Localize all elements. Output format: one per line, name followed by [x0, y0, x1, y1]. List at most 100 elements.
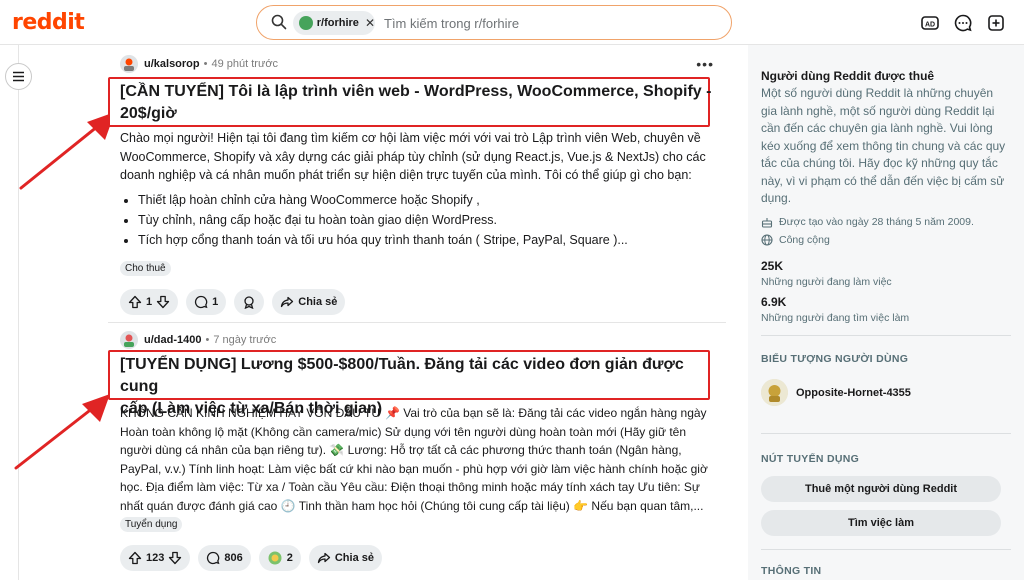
post-title-line: [TUYỂN DỤNG] Lương $500-$800/Tuần. Đăng … — [120, 356, 684, 395]
body-line: người dùng cá nhân của bạn riêng tư). 💸 … — [120, 443, 682, 457]
body-line: PayPal, v.v.) Tính linh hoạt: Làm việc b… — [120, 461, 708, 476]
share-label: Chia sẻ — [298, 296, 338, 308]
user-flair-heading: BIỂU TƯỢNG NGƯỜI DÙNG — [761, 353, 909, 365]
award-count: 2 — [286, 552, 293, 564]
post-body: Chào mọi người! Hiện tại tôi đang tìm ki… — [120, 129, 720, 185]
vote-button-group[interactable]: 1 — [120, 289, 179, 315]
vote-count: 1 — [146, 296, 153, 308]
annotation-arrow-2 — [14, 394, 110, 470]
user-flair-row[interactable]: Opposite-Hornet-4355 — [761, 379, 911, 406]
info-heading: THÔNG TIN — [761, 565, 822, 577]
hire-redditor-button[interactable]: Thuê một người dùng Reddit — [761, 476, 1001, 502]
share-button[interactable]: Chia sẻ — [272, 289, 346, 315]
downvote-icon[interactable] — [168, 551, 182, 565]
svg-text:AD: AD — [925, 21, 935, 28]
community-title: Người dùng Reddit được thuê — [761, 69, 935, 83]
close-icon[interactable]: ✕ — [365, 16, 375, 30]
post-meta: u/kalsorop • 49 phút trước — [120, 54, 278, 74]
body-line: doanh nghiệp và cá nhân muốn phát triển … — [120, 168, 692, 182]
award-icon — [244, 296, 254, 309]
comments-button[interactable]: 806 — [198, 545, 251, 571]
subreddit-filter-chip[interactable]: r/forhire ✕ — [293, 11, 375, 35]
post-time: 49 phút trước — [211, 58, 279, 70]
share-icon — [281, 296, 294, 308]
members-count: 25K — [761, 259, 784, 273]
visibility-label: Công cộng — [779, 234, 830, 246]
comments-button[interactable]: 1 — [186, 289, 227, 315]
hamburger-icon — [13, 71, 24, 82]
members-label: Những người đang làm việc — [761, 276, 892, 288]
award-icon — [268, 551, 282, 565]
create-post-icon[interactable] — [986, 13, 1006, 33]
search-input[interactable]: Tìm kiếm trong r/forhire — [384, 16, 519, 31]
post-bullet-list: Thiết lập hoàn chỉnh cửa hàng WooCommerc… — [138, 190, 628, 250]
globe-icon — [761, 234, 773, 246]
reddit-logo[interactable]: reddit — [12, 10, 85, 35]
search-bar[interactable]: r/forhire ✕ Tìm kiếm trong r/forhire — [256, 5, 732, 40]
share-button[interactable]: Chia sẻ — [308, 545, 382, 571]
post-divider — [108, 322, 726, 323]
share-icon — [317, 552, 330, 564]
sidebar-divider — [761, 433, 1011, 434]
online-label: Những người đang tìm việc làm — [761, 312, 910, 324]
body-line: WooCommerce, Shopify và xây dựng các giả… — [120, 149, 706, 164]
comment-icon — [195, 295, 208, 309]
share-label: Chia sẻ — [334, 552, 374, 564]
vote-count: 123 — [146, 552, 165, 564]
bullet-item: Thiết lập hoàn chỉnh cửa hàng WooCommerc… — [138, 190, 628, 210]
created-date-row: Được tạo vào ngày 28 tháng 5 năm 2009. — [761, 216, 974, 228]
community-sidebar: Người dùng Reddit được thuê Một số người… — [748, 45, 1024, 580]
community-description: Một số người dùng Reddit là những chuyên… — [761, 86, 1006, 205]
visibility-row: Công cộng — [761, 234, 830, 246]
post-author[interactable]: u/dad-1400 — [144, 334, 201, 346]
post-card[interactable]: u/kalsorop • 49 phút trước ••• [CẦN TUYỂ… — [108, 50, 726, 322]
vote-button-group[interactable]: 123 — [120, 545, 191, 571]
post-actions: 123 806 2 Chia sẻ — [120, 545, 382, 571]
downvote-icon[interactable] — [156, 295, 170, 309]
online-count: 6.9K — [761, 295, 787, 309]
search-icon — [271, 14, 287, 30]
bullet-item: Tích hợp cổng thanh toán và tối ưu hóa q… — [138, 230, 628, 250]
body-line: Hoàn toàn không lộ mặt (Không cần camera… — [120, 424, 687, 439]
post-flair[interactable]: Tuyển dụng — [120, 517, 183, 532]
body-line: học. Địa điểm làm việc: Từ xa / Toàn cầu… — [120, 480, 700, 494]
avatar[interactable] — [120, 55, 138, 73]
cake-icon — [761, 218, 773, 228]
comment-count: 806 — [224, 552, 243, 564]
post-title-line: [CẦN TUYỂN] Tôi là lập trình viên web - … — [120, 83, 712, 100]
menu-toggle-button[interactable] — [5, 63, 32, 90]
subreddit-chip-label: r/forhire — [316, 17, 359, 29]
post-title[interactable]: [CẦN TUYỂN] Tôi là lập trình viên web - … — [120, 81, 711, 125]
body-line: nhất quán được đánh giá cao 🕘 Tinh thần … — [120, 498, 704, 513]
hire-buttons-heading: NÚT TUYỂN DỤNG — [761, 453, 860, 465]
more-options-icon[interactable]: ••• — [696, 56, 714, 72]
upvote-icon[interactable] — [128, 295, 142, 309]
post-title-line: 20$/giờ — [120, 105, 177, 122]
body-line: Chào mọi người! Hiện tại tôi đang tìm ki… — [120, 131, 701, 145]
post-time: 7 ngày trước — [213, 334, 277, 346]
meta-separator: • — [203, 58, 208, 70]
sidebar-divider — [761, 549, 1011, 550]
post-card[interactable]: u/dad-1400 • 7 ngày trước [TUYỂN DỤNG] L… — [108, 327, 726, 580]
post-actions: 1 1 Chia sẻ — [120, 289, 346, 315]
chat-icon[interactable] — [953, 13, 973, 33]
post-meta: u/dad-1400 • 7 ngày trước — [120, 330, 276, 350]
upvote-icon[interactable] — [128, 551, 142, 565]
top-header: reddit r/forhire ✕ Tìm kiếm trong r/forh… — [0, 0, 1024, 45]
avatar — [761, 379, 788, 406]
award-button[interactable] — [234, 289, 265, 315]
subreddit-icon — [299, 16, 313, 30]
post-author[interactable]: u/kalsorop — [144, 58, 200, 70]
bullet-item: Tùy chỉnh, nâng cấp hoặc đại tu hoàn toà… — [138, 210, 628, 230]
ad-icon[interactable]: AD — [920, 13, 940, 33]
sidebar-divider — [761, 335, 1011, 336]
comment-count: 1 — [212, 296, 219, 308]
find-job-button[interactable]: Tìm việc làm — [761, 510, 1001, 536]
meta-separator: • — [205, 334, 210, 346]
avatar[interactable] — [120, 331, 138, 349]
post-body: KHÔNG CẦN KINH NGHIỆM HAY VỐN ĐẦU TƯ 📌 V… — [120, 404, 720, 515]
post-flair[interactable]: Cho thuê — [120, 261, 171, 276]
body-line: KHÔNG CẦN KINH NGHIỆM HAY VỐN ĐẦU TƯ 📌 V… — [120, 406, 707, 420]
comment-icon — [207, 551, 220, 565]
award-button[interactable]: 2 — [258, 545, 301, 571]
